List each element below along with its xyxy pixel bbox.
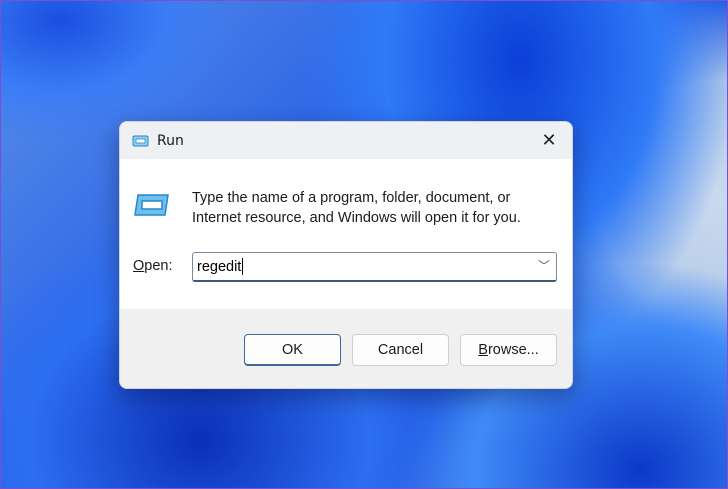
browse-button[interactable]: Browse... <box>460 334 557 366</box>
chevron-down-icon[interactable]: ﹀ <box>538 257 550 274</box>
browse-label: rowse... <box>487 342 539 358</box>
ok-button[interactable]: OK <box>244 334 341 366</box>
open-label: Open: <box>133 258 173 274</box>
title-bar[interactable]: Run <box>120 122 572 159</box>
description-line: Internet resource, and Windows will open… <box>192 210 521 226</box>
browse-mnemonic: B <box>478 342 488 358</box>
run-large-icon <box>134 194 169 216</box>
description-line: Type the name of a program, folder, docu… <box>192 190 511 206</box>
open-label-text: pen: <box>144 258 173 274</box>
open-combobox-input[interactable]: regedit ﹀ <box>192 252 557 282</box>
close-button[interactable]: ✕ <box>526 122 572 159</box>
input-value: regedit <box>197 258 242 275</box>
run-dialog: Run ✕ Type the name of a program, folder… <box>119 121 573 389</box>
open-label-mnemonic: O <box>133 258 145 274</box>
dialog-title: Run <box>157 132 184 149</box>
close-icon: ✕ <box>541 130 557 151</box>
text-caret <box>242 258 244 275</box>
cancel-button[interactable]: Cancel <box>352 334 449 366</box>
description: Type the name of a program, folder, docu… <box>192 188 521 228</box>
button-bar: OK Cancel Browse... <box>120 309 572 388</box>
run-icon <box>132 135 149 146</box>
